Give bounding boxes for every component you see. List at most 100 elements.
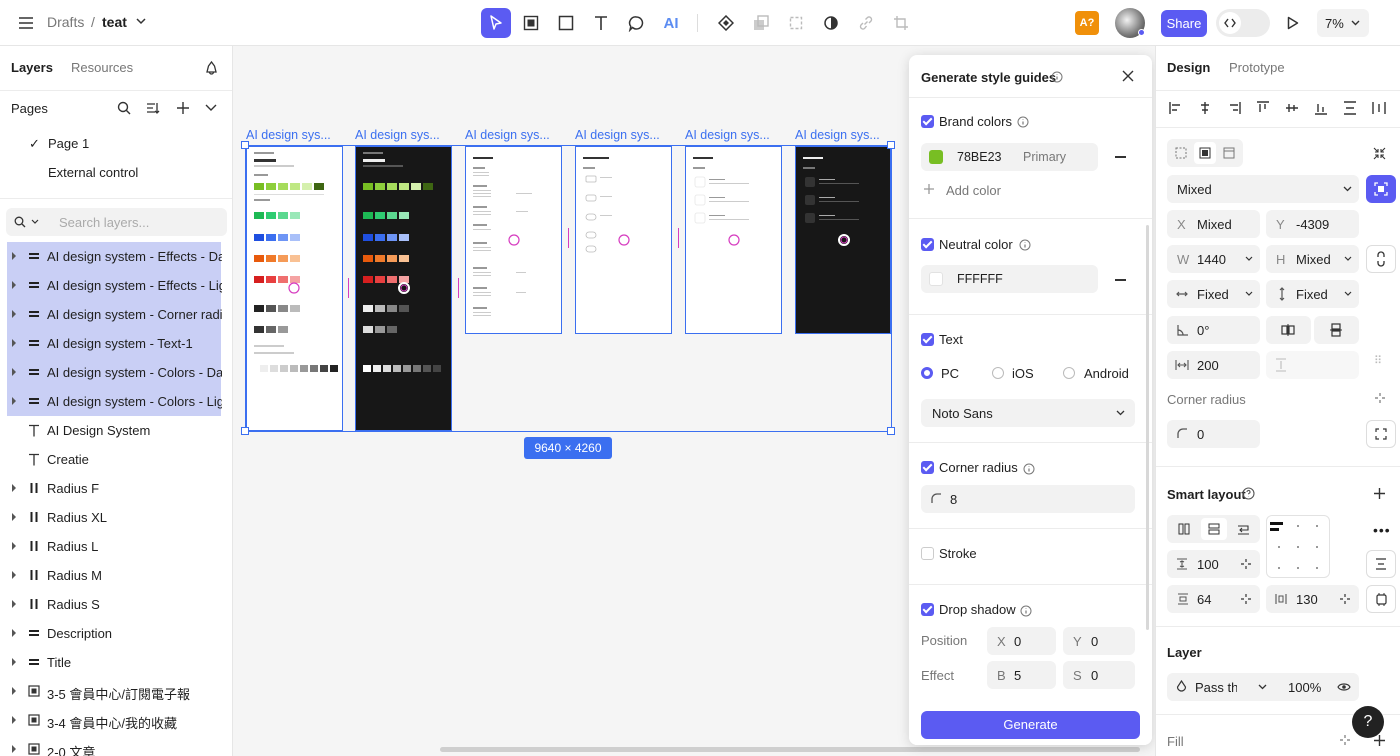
collapse-icon[interactable]	[1373, 147, 1386, 160]
width-mode-select[interactable]: Fixed	[1167, 280, 1260, 308]
height-field[interactable]: H Mixed	[1266, 245, 1359, 273]
frame-label[interactable]: AI design sys...	[575, 128, 660, 142]
component-icon[interactable]	[712, 9, 740, 37]
layer-row[interactable]: AI design system - Corner radius	[0, 300, 232, 329]
y-field[interactable]: Y -4309	[1266, 210, 1359, 238]
layer-row[interactable]: 2-0 文章	[0, 735, 232, 756]
main-menu-icon[interactable]	[12, 9, 40, 37]
blend-mode-select[interactable]: Pass throu 100%	[1167, 673, 1359, 701]
frame-preset-select[interactable]: Mixed	[1167, 175, 1359, 203]
remove-color-icon[interactable]	[1115, 156, 1126, 158]
flip-horizontal-button[interactable]	[1266, 316, 1311, 344]
horizontal-spacing-field[interactable]: 200	[1167, 351, 1260, 379]
horizontal-spacing-value[interactable]: 200	[1197, 358, 1219, 373]
layout-direction-toggle[interactable]	[1167, 515, 1260, 543]
expand-caret-icon[interactable]	[12, 310, 16, 318]
alignment-dot[interactable]	[1316, 567, 1318, 569]
layer-row[interactable]: Creatie	[0, 445, 232, 474]
y-value[interactable]: -4309	[1296, 217, 1329, 232]
layer-row[interactable]: Title	[0, 648, 232, 677]
chevron-down-icon[interactable]	[1245, 256, 1253, 261]
padding-vertical-field[interactable]: 64	[1167, 585, 1260, 613]
alignment-dot[interactable]	[1278, 567, 1280, 569]
alignment-dot[interactable]	[1278, 546, 1280, 548]
layer-row[interactable]: AI design system - Effects - Dark	[0, 242, 232, 271]
alignment-dot[interactable]	[1297, 525, 1299, 527]
info-icon[interactable]	[1051, 71, 1063, 83]
sort-pages-icon[interactable]	[146, 101, 160, 115]
add-color-button[interactable]: Add color	[946, 183, 1001, 198]
layer-row[interactable]: 3-5 會員中心/訂閱電子報	[0, 677, 232, 706]
move-tool-icon[interactable]	[481, 8, 511, 38]
plus-icon[interactable]	[923, 183, 935, 195]
layer-row[interactable]: AI design system - Colors - Light	[0, 387, 232, 416]
chevron-down-icon[interactable]	[1258, 684, 1267, 690]
boolean-icon[interactable]	[747, 9, 775, 37]
platform-ios-radio[interactable]	[992, 367, 1004, 379]
shadow-x-value[interactable]: 0	[1014, 634, 1021, 649]
eye-icon[interactable]	[1337, 682, 1351, 692]
distribute-icon[interactable]	[1366, 550, 1396, 578]
padding-adjust-icon[interactable]	[1240, 593, 1252, 605]
page-item-external-control[interactable]: External control	[48, 165, 138, 180]
info-icon[interactable]	[1017, 116, 1029, 128]
expand-caret-icon[interactable]	[12, 397, 16, 405]
layer-row[interactable]: AI Design System	[0, 416, 232, 445]
individual-padding-icon[interactable]	[1366, 585, 1396, 613]
align-center-horizontal-icon[interactable]	[1198, 101, 1212, 115]
w-value[interactable]: 1440	[1197, 252, 1226, 267]
brand-colors-checkbox[interactable]	[921, 115, 934, 128]
alignment-dot[interactable]	[1316, 546, 1318, 548]
section-icon[interactable]	[1175, 147, 1187, 159]
mask-icon[interactable]	[782, 9, 810, 37]
corner-radius-value[interactable]: 0	[1197, 427, 1204, 442]
expand-caret-icon[interactable]	[12, 571, 16, 579]
platform-pc-radio[interactable]	[921, 367, 933, 379]
contrast-icon[interactable]	[817, 9, 845, 37]
frame-icon[interactable]	[1199, 147, 1211, 159]
expand-caret-icon[interactable]	[12, 542, 16, 550]
frame-colors-dark[interactable]	[355, 146, 452, 431]
style-icon[interactable]	[1339, 734, 1351, 746]
add-smart-layout-icon[interactable]	[1373, 487, 1386, 500]
generate-button[interactable]: Generate	[921, 711, 1140, 739]
text-tool-icon[interactable]	[587, 9, 615, 37]
resize-handle[interactable]	[241, 141, 249, 149]
gap-field[interactable]: 100	[1167, 550, 1260, 578]
more-options-icon[interactable]: •••	[1373, 522, 1391, 538]
rotation-value[interactable]: 0°	[1197, 323, 1209, 338]
select-children-icon[interactable]	[1366, 175, 1396, 203]
x-value[interactable]: Mixed	[1197, 217, 1232, 232]
tab-layers[interactable]: Layers	[11, 60, 53, 75]
alignment-dot[interactable]	[1316, 525, 1318, 527]
opacity-value[interactable]: 100%	[1288, 680, 1321, 695]
resize-handle[interactable]	[241, 427, 249, 435]
layer-row[interactable]: AI design system - Colors - Dark	[0, 358, 232, 387]
shadow-spread-value[interactable]: 0	[1091, 668, 1098, 683]
expand-caret-icon[interactable]	[12, 600, 16, 608]
x-field[interactable]: X Mixed	[1167, 210, 1260, 238]
shadow-blur-value[interactable]: 5	[1014, 668, 1021, 683]
add-page-icon[interactable]	[176, 101, 190, 115]
neutral-color-hex[interactable]: FFFFFF	[957, 272, 1003, 286]
padding-adjust-icon[interactable]	[1339, 593, 1351, 605]
platform-pc-label[interactable]: PC	[941, 366, 959, 381]
expand-caret-icon[interactable]	[12, 745, 16, 753]
search-input[interactable]: Search layers...	[59, 215, 149, 230]
expand-caret-icon[interactable]	[12, 252, 16, 260]
rectangle-tool-icon[interactable]	[552, 9, 580, 37]
link-icon[interactable]	[852, 9, 880, 37]
frame-text[interactable]	[465, 146, 562, 334]
search-icon[interactable]	[117, 101, 131, 115]
close-icon[interactable]	[1122, 70, 1134, 82]
padding-horizontal-field[interactable]: 130	[1266, 585, 1359, 613]
shadow-spread-field[interactable]: S 0	[1063, 661, 1135, 689]
h-value[interactable]: Mixed	[1296, 252, 1331, 267]
chevron-down-icon[interactable]	[1344, 256, 1352, 261]
expand-caret-icon[interactable]	[12, 687, 16, 695]
alignment-dot[interactable]	[1297, 546, 1299, 548]
gap-adjust-icon[interactable]	[1240, 558, 1252, 570]
shadow-y-field[interactable]: Y 0	[1063, 627, 1135, 655]
tab-prototype[interactable]: Prototype	[1229, 60, 1285, 75]
frame-corner-radius[interactable]	[575, 146, 672, 334]
